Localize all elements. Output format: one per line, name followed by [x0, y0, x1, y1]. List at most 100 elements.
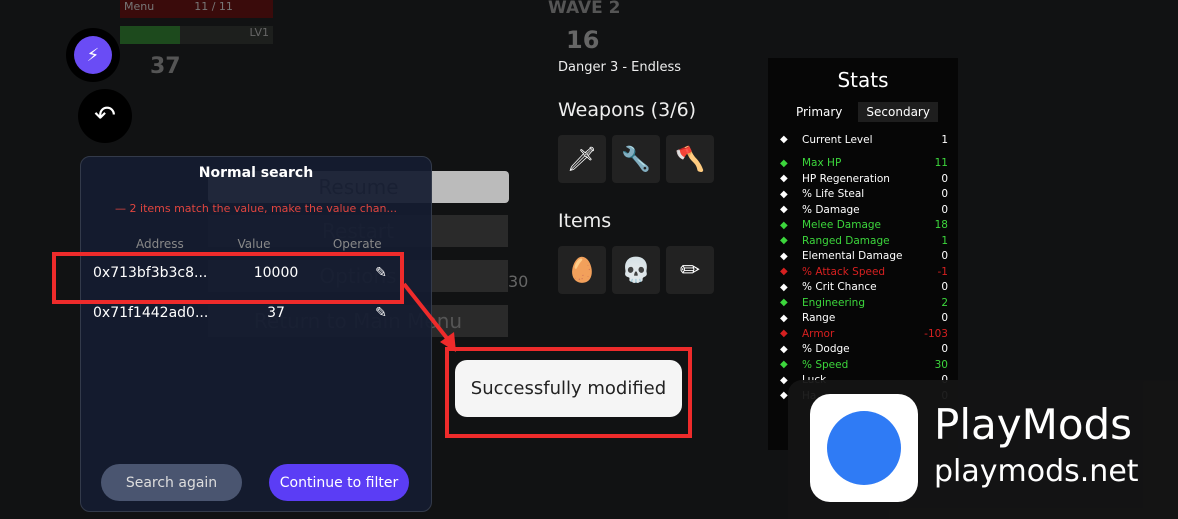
highlight-box	[52, 252, 404, 304]
tab-secondary[interactable]: Secondary	[858, 102, 938, 122]
back-button[interactable]: ↶	[78, 89, 132, 143]
stat-value: 0	[941, 281, 948, 294]
stat-label: % Life Steal	[802, 188, 865, 201]
stat-label: % Attack Speed	[802, 265, 886, 278]
bow-icon: ◆	[780, 235, 788, 247]
stat-value: 11	[934, 157, 948, 170]
stat-row: ◆ Engineering 2	[768, 295, 958, 311]
stat-row: ◆ Elemental Damage 0	[768, 249, 958, 265]
materials-count: 37	[150, 54, 181, 79]
mod-menu-button[interactable]: ⚡	[66, 28, 120, 82]
wrench-icon: ◆	[780, 297, 788, 309]
stat-row: ◆ % Life Steal 0	[768, 187, 958, 203]
stat-value: 30	[934, 358, 948, 371]
stat-label: Range	[802, 312, 836, 325]
item-slot-egg[interactable]: 🥚	[558, 246, 606, 294]
playmods-watermark: PlayMods playmods.net	[788, 380, 1178, 519]
crit-icon: ◆	[780, 281, 788, 293]
stat-row: ◆ % Dodge 0	[768, 342, 958, 358]
stats-title: Stats	[837, 68, 889, 92]
stat-row: ◆ % Crit Chance 0	[768, 280, 958, 296]
undo-icon: ↶	[94, 101, 116, 131]
fangs-icon: ◆	[780, 188, 788, 200]
stat-value: 0	[941, 343, 948, 356]
playmods-logo-icon	[810, 394, 918, 502]
heart-plus-icon: ◆	[780, 173, 788, 185]
stat-label: Melee Damage	[802, 219, 882, 232]
col-operate: Operate	[332, 237, 382, 251]
weapon-slot-axe[interactable]: 🪓	[666, 135, 714, 183]
fist-icon: ◆	[780, 204, 788, 216]
items-title: Items	[558, 210, 612, 232]
stat-label: Armor	[802, 327, 835, 340]
stat-value: 0	[941, 250, 948, 263]
level-label: LV1	[249, 26, 269, 39]
hp-label: Menu	[124, 0, 155, 13]
stat-value: 0	[941, 188, 948, 201]
continue-filter-button[interactable]: Continue to filter	[269, 464, 409, 501]
stat-row: ◆ % Speed 30	[768, 357, 958, 373]
search-panel: Normal search — 2 items match the value,…	[80, 156, 432, 512]
boot-icon: ◆	[780, 359, 788, 371]
hp-value: 11 / 11	[194, 0, 233, 13]
shield-icon: ◆	[780, 328, 788, 340]
address-cell: 0x71f1442ad0...	[93, 305, 209, 321]
stat-label: % Crit Chance	[802, 281, 877, 294]
stat-label: % Speed	[802, 358, 849, 371]
danger-label: Danger 3 - Endless	[558, 60, 682, 75]
watermark-name: PlayMods	[934, 400, 1133, 449]
stat-value: 0	[941, 312, 948, 325]
stat-label: Current Level	[802, 133, 873, 146]
stat-value: 18	[934, 219, 948, 232]
weapons-title: Weapons (3/6)	[558, 99, 697, 121]
stat-row: ◆ Melee Damage 18	[768, 218, 958, 234]
stat-label: Ranged Damage	[802, 234, 890, 247]
stat-row: ◆ Range 0	[768, 311, 958, 327]
sword-icon: ◆	[780, 219, 788, 231]
stat-label: % Damage	[802, 203, 860, 216]
xp-bar: LV1	[120, 26, 273, 44]
stat-value: 1	[941, 133, 948, 146]
tab-primary[interactable]: Primary	[788, 102, 850, 122]
search-title: Normal search	[198, 165, 314, 181]
stat-label: HP Regeneration	[802, 172, 890, 185]
stat-value: -1	[937, 265, 948, 278]
stat-row: ◆ Max HP 11	[768, 156, 958, 172]
value-cell: 37	[267, 305, 285, 321]
col-value: Value	[237, 237, 271, 251]
wave-label: WAVE 2	[548, 0, 621, 18]
stat-value: 0	[941, 172, 948, 185]
stat-label: Elemental Damage	[802, 250, 903, 263]
col-address: Address	[136, 237, 184, 251]
wave-timer: 16	[566, 26, 600, 54]
weapon-slot-knife[interactable]: 🗡	[558, 135, 606, 183]
level-icon: ◆	[780, 134, 788, 146]
flame-icon: ◆	[780, 250, 788, 262]
stat-value: 2	[941, 296, 948, 309]
hourglass-icon: ◆	[780, 266, 788, 278]
item-slot-skull[interactable]: 💀	[612, 246, 660, 294]
success-toast: Successfully modified	[455, 360, 682, 417]
stat-row: ◆ HP Regeneration 0	[768, 171, 958, 187]
item-slot-pencil[interactable]: ✏	[666, 246, 714, 294]
stat-label: Max HP	[802, 157, 842, 170]
stat-row: ◆ Current Level 1	[768, 132, 958, 148]
search-again-button[interactable]: Search again	[101, 464, 242, 501]
stat-row: ◆ % Damage 0	[768, 202, 958, 218]
stat-label: Engineering	[802, 296, 865, 309]
stat-label: % Dodge	[802, 343, 850, 356]
watermark-url: playmods.net	[934, 454, 1139, 489]
stat-row: ◆ Armor -103	[768, 326, 958, 342]
stat-value: 1	[941, 234, 948, 247]
stat-row: ◆ Ranged Damage 1	[768, 233, 958, 249]
weapon-slot-wrench[interactable]: 🔧	[612, 135, 660, 183]
match-warning: — 2 items match the value, make the valu…	[115, 202, 397, 215]
dodge-icon: ◆	[780, 343, 788, 355]
stat-value: -103	[924, 327, 948, 340]
stat-row: ◆ % Attack Speed -1	[768, 264, 958, 280]
planet-icon: ⚡	[74, 36, 112, 74]
range-icon: ◆	[780, 312, 788, 324]
stat-value: 0	[941, 203, 948, 216]
heart-icon: ◆	[780, 157, 788, 169]
hp-bar: Menu 11 / 11	[120, 0, 273, 18]
